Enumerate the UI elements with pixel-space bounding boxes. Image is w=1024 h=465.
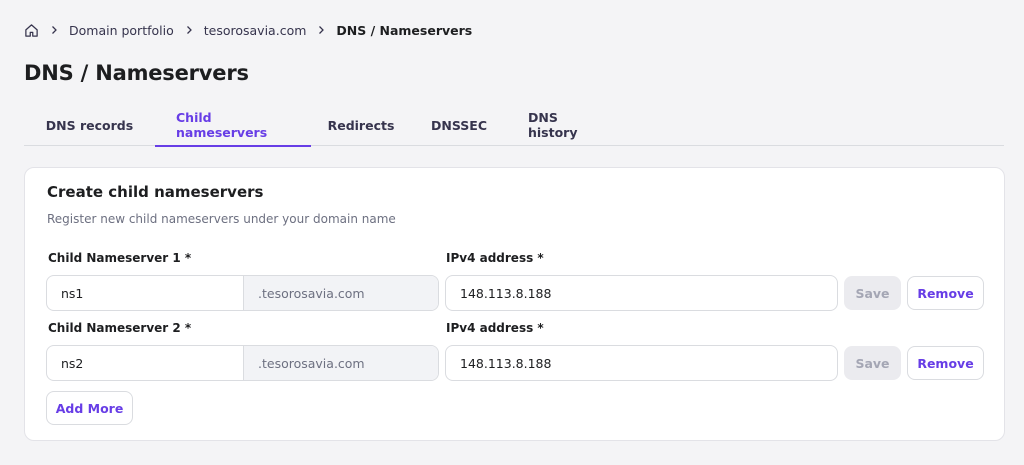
chevron-right-icon xyxy=(315,24,327,36)
ip2-label: IPv4 address * xyxy=(446,321,544,335)
tab-bar: DNS records Child nameservers Redirects … xyxy=(24,104,1004,147)
chevron-right-icon xyxy=(48,24,60,36)
ns2-label: Child Nameserver 2 * xyxy=(48,321,192,335)
card-title: Create child nameservers xyxy=(47,183,264,201)
ns1-label: Child Nameserver 1 * xyxy=(48,251,192,265)
home-icon[interactable] xyxy=(24,23,39,38)
child-nameserver-1-input[interactable]: ns1 xyxy=(47,276,244,310)
chevron-right-icon xyxy=(183,24,195,36)
tab-dns-history[interactable]: DNS history xyxy=(507,104,622,146)
save-button-1[interactable]: Save xyxy=(844,276,901,310)
tab-child-nameservers[interactable]: Child nameservers xyxy=(155,104,311,147)
child-nameserver-2-input[interactable]: ns2 xyxy=(47,346,244,380)
add-more-button[interactable]: Add More xyxy=(46,391,133,425)
ip1-label: IPv4 address * xyxy=(446,251,544,265)
tab-redirects[interactable]: Redirects xyxy=(311,104,411,146)
breadcrumb-domain-portfolio[interactable]: Domain portfolio xyxy=(69,23,174,38)
domain-suffix: .tesorosavia.com xyxy=(244,276,438,310)
ipv4-address-2-input[interactable]: 148.113.8.188 xyxy=(445,345,838,381)
breadcrumb: Domain portfolio tesorosavia.com DNS / N… xyxy=(24,21,472,39)
tab-dnssec[interactable]: DNSSEC xyxy=(411,104,507,146)
remove-button-2[interactable]: Remove xyxy=(907,346,984,380)
child-nameservers-card: Create child nameservers Register new ch… xyxy=(24,167,1005,441)
breadcrumb-domain[interactable]: tesorosavia.com xyxy=(204,23,307,38)
save-button-2[interactable]: Save xyxy=(844,346,901,380)
child-nameserver-1-field: ns1 .tesorosavia.com xyxy=(46,275,439,311)
page-title: DNS / Nameservers xyxy=(24,61,249,85)
card-subtitle: Register new child nameservers under you… xyxy=(47,212,396,226)
breadcrumb-current: DNS / Nameservers xyxy=(336,22,473,38)
remove-button-1[interactable]: Remove xyxy=(907,276,984,310)
ipv4-address-1-input[interactable]: 148.113.8.188 xyxy=(445,275,838,311)
domain-suffix: .tesorosavia.com xyxy=(244,346,438,380)
child-nameserver-2-field: ns2 .tesorosavia.com xyxy=(46,345,439,381)
tab-dns-records[interactable]: DNS records xyxy=(24,104,155,146)
